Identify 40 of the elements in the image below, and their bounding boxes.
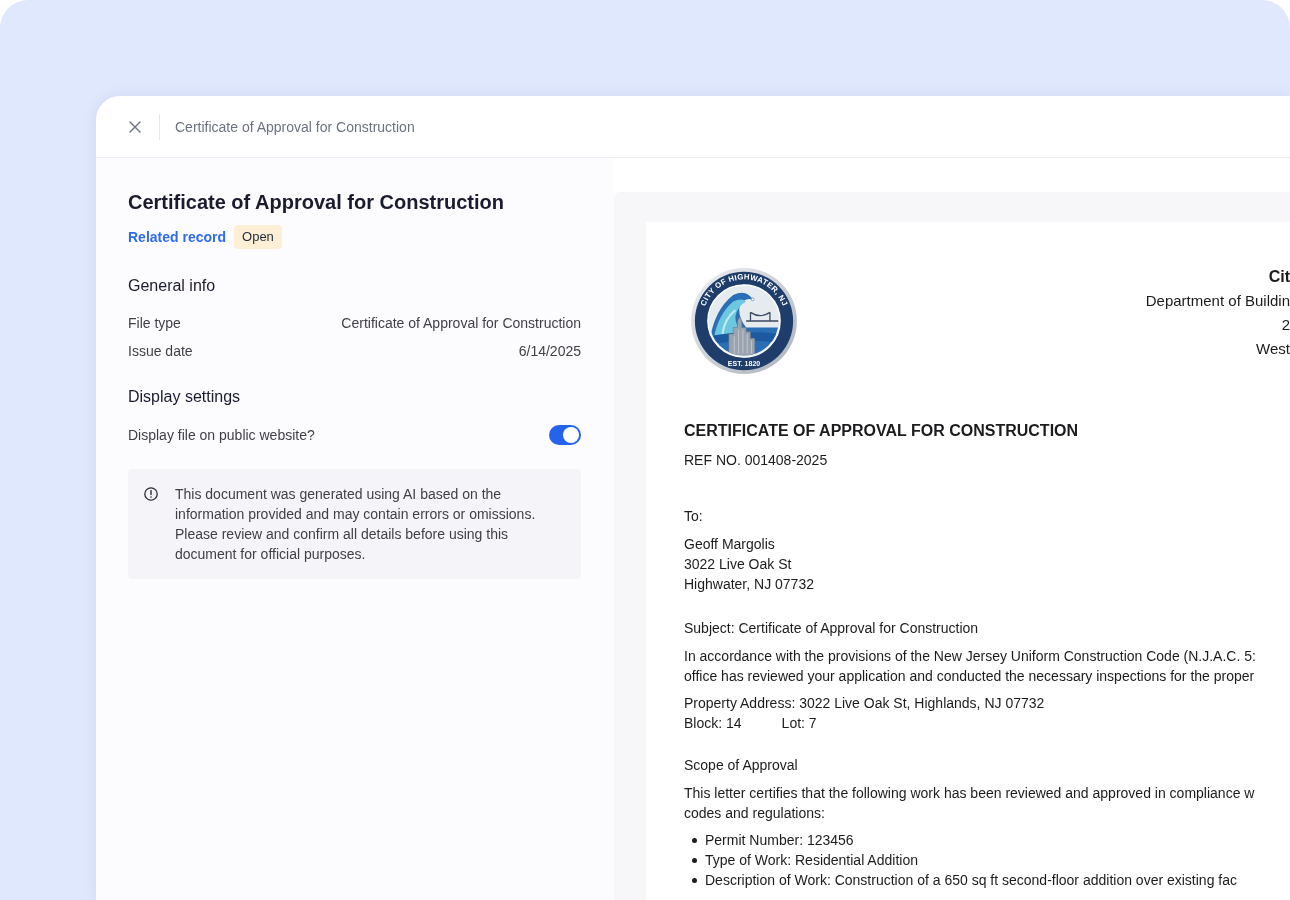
bullet-icon bbox=[692, 877, 697, 883]
related-record-link[interactable]: Related record bbox=[128, 227, 227, 247]
body-text-line: codes and regulations: bbox=[684, 804, 826, 823]
recipient-label: To: bbox=[684, 507, 704, 526]
reference-number: REF NO. 001408-2025 bbox=[684, 451, 829, 470]
status-badge: Open bbox=[234, 225, 282, 249]
toggle-label: Display file on public website? bbox=[128, 426, 315, 445]
body-text-line: office has reviewed your application and conducted the necessary inspections for the proper bbox=[684, 667, 1256, 686]
section-heading: Scope of Approval bbox=[684, 756, 799, 775]
field-value: 6/14/2025 bbox=[518, 342, 581, 361]
bullet-icon bbox=[692, 837, 697, 843]
field-value: Certificate of Approval for Construction bbox=[341, 314, 581, 333]
letterhead-text: Cit bbox=[1268, 267, 1290, 287]
recipient-line: Highwater, NJ 07732 bbox=[684, 575, 815, 594]
bullet-icon bbox=[692, 857, 697, 863]
lot-number: Lot: 7 bbox=[781, 714, 817, 733]
field-label: File type bbox=[128, 314, 181, 333]
info-icon bbox=[144, 487, 158, 501]
letterhead-text: 2 bbox=[1281, 315, 1290, 335]
field-label: Issue date bbox=[128, 342, 193, 361]
recipient-line: 3022 Live Oak St bbox=[684, 555, 793, 574]
subject-line: Subject: Certificate of Approval for Construction bbox=[684, 619, 980, 638]
panel-heading: Certificate of Approval for Construction bbox=[128, 190, 505, 215]
window-title: Certificate of Approval for Construction bbox=[175, 117, 415, 137]
close-icon bbox=[129, 120, 141, 133]
block-number: Block: 14 bbox=[684, 714, 742, 733]
recipient-line: Geoff Margolis bbox=[684, 535, 776, 554]
public-website-toggle[interactable] bbox=[549, 425, 581, 445]
property-address: Property Address: 3022 Live Oak St, Highlands, NJ 07732 bbox=[684, 694, 1046, 713]
notice-text: This document was generated using AI based on the information provided and may contain errors or omissions. Please review and confirm all details before using this document for official purposes. bbox=[175, 485, 537, 564]
body-text-line: In accordance with the provisions of the New Jersey Uniform Construction Code (N.J.A.C. 5: bbox=[684, 647, 1257, 666]
list-item-text: Type of Work: Residential Addition bbox=[705, 851, 918, 870]
document-title: CERTIFICATE OF APPROVAL FOR CONSTRUCTION bbox=[684, 421, 1080, 441]
section-heading: Display settings bbox=[128, 387, 242, 407]
section-heading: General info bbox=[128, 276, 217, 296]
letterhead-text: West bbox=[1256, 339, 1290, 359]
list-item-text: Permit Number: 123456 bbox=[705, 831, 854, 850]
letterhead-text: Department of Buildin bbox=[1145, 291, 1290, 311]
list-item-text: Description of Work: Construction of a 650 sq ft second-floor addition over existing fac bbox=[705, 871, 1237, 890]
body-text-line: This letter certifies that the following work has been reviewed and approved in compliance w bbox=[684, 784, 1256, 803]
